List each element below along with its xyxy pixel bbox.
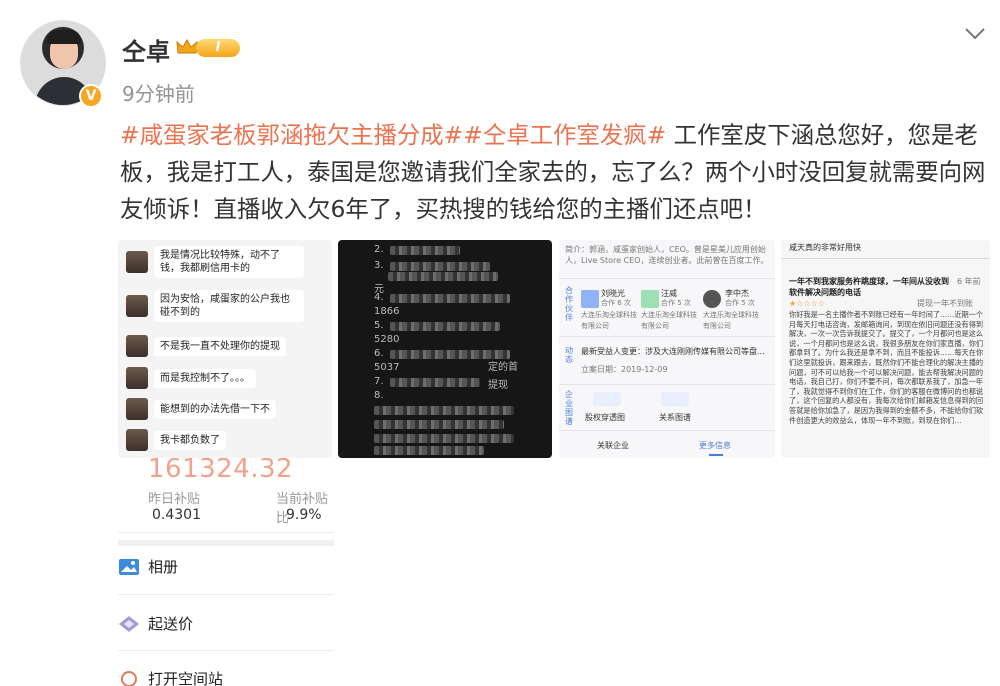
image-blurred-list[interactable]: 2. 3. 元 4. 1866 5. 5280 6. 5037 定的首 7. 提…	[338, 240, 552, 458]
image-company-info[interactable]: 简介：郭涵，咸蛋家创始人，CEO。曾是星美儿应用创始人，Live Store C…	[559, 240, 775, 458]
chat-avatar	[126, 251, 148, 273]
menu-min-price[interactable]: 起送价	[118, 613, 193, 634]
menu-open-space[interactable]: 打开空间站	[118, 668, 223, 686]
chat-avatar	[126, 367, 148, 389]
tab-related-companies: 关联企业	[597, 441, 629, 450]
post-time: 9分钟前	[122, 82, 195, 106]
space-icon	[121, 670, 137, 686]
verified-badge-icon: V	[79, 84, 103, 108]
image-app-review[interactable]: 咸天真的非常好用快 一年不到我家服务杵跳度球，一年间从没收到软件解决问题的电话 …	[781, 240, 990, 458]
level-badge: I	[196, 39, 240, 57]
chat-message: 我是情况比较特殊，动不了钱，我都刷信用卡的	[126, 246, 304, 278]
album-icon	[119, 558, 139, 575]
chat-avatar	[126, 335, 148, 357]
chat-message: 能想到的办法先借一下不	[126, 395, 276, 423]
chat-message: 不是我一直不处理你的提现	[126, 332, 286, 360]
diamond-icon	[119, 615, 139, 632]
chat-message: 我卡都负数了	[126, 426, 226, 454]
menu-album[interactable]: 相册	[118, 556, 178, 577]
topic-link[interactable]: #仝卓工作室发疯#	[463, 121, 666, 149]
image-chat-screenshot[interactable]: 我是情况比较特殊，动不了钱，我都刷信用卡的 因为安恰，咸蛋家的公户我也碰不到的 …	[118, 240, 332, 458]
crown-icon	[176, 38, 198, 54]
username[interactable]: 仝卓	[122, 32, 170, 67]
total-amount: 161324.32	[148, 458, 294, 484]
chat-avatar	[126, 295, 148, 317]
post-text: #咸蛋家老板郭涵拖欠主播分成##仝卓工作室发疯# 工作室皮下涵总您好，您是老板，…	[120, 117, 986, 228]
chat-avatar	[126, 429, 148, 451]
chat-message: 而是我控制不了。。。	[126, 364, 256, 392]
topic-link[interactable]: #咸蛋家老板郭涵拖欠主播分成#	[120, 121, 463, 149]
weibo-post: V 仝卓 I 9分钟前 #咸蛋家老板郭涵拖欠主播分成##仝卓工作室发疯# 工作室…	[0, 0, 1000, 686]
chevron-down-icon[interactable]	[962, 20, 988, 46]
image-earnings-screenshot[interactable]: 161324.32 昨日补贴 当前补贴比 0.4301 9.9% 相册 起送价 …	[118, 458, 334, 686]
chat-avatar	[126, 398, 148, 420]
tab-more-info: 更多信息	[699, 441, 731, 450]
chat-message: 因为安恰，咸蛋家的公户我也碰不到的	[126, 290, 304, 322]
